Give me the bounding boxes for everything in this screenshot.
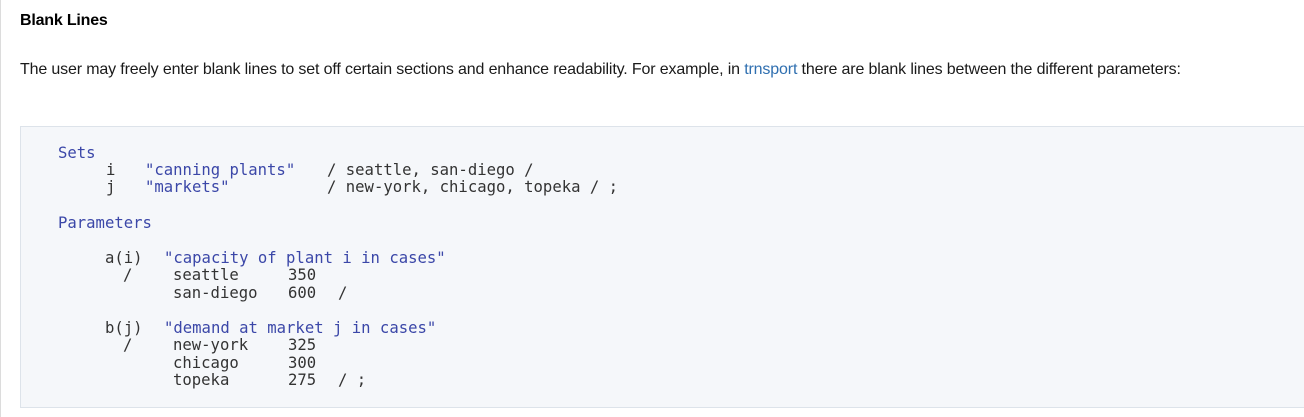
set-elements: / seattle, san-diego / (327, 161, 534, 179)
section-title: Blank Lines (20, 12, 108, 29)
parameter-declaration: a(i) (105, 249, 143, 267)
set-name: i (106, 161, 116, 179)
trnsport-link[interactable]: trnsport (744, 61, 797, 78)
parameter-row-label: new-york (173, 336, 249, 354)
parameter-row-value: 600 (288, 284, 317, 302)
parameter-text: "demand at market j in cases" (164, 319, 437, 337)
parameter-open-slash: / (123, 336, 133, 354)
parameter-row-value: 300 (288, 354, 317, 372)
parameter-declaration: b(j) (105, 319, 143, 337)
set-text: "markets" (145, 178, 230, 196)
parameter-open-slash: / (123, 266, 133, 284)
parameter-row-value: 325 (288, 336, 317, 354)
intro-text-after: there are blank lines between the differ… (797, 61, 1181, 78)
parameter-row-label: chicago (173, 354, 239, 372)
parameter-row-tail: / (338, 284, 348, 302)
parameter-row-tail: / ; (338, 371, 367, 389)
parameters-keyword: Parameters (58, 214, 152, 232)
documentation-page: Blank Lines The user may freely enter bl… (0, 0, 1304, 417)
parameter-row-label: san-diego (173, 284, 258, 302)
parameter-row-label: seattle (173, 266, 239, 284)
set-elements: / new-york, chicago, topeka / ; (327, 178, 619, 196)
parameter-row-label: topeka (173, 371, 230, 389)
code-block: Sets i "canning plants" / seattle, san-d… (20, 126, 1304, 408)
intro-paragraph: The user may freely enter blank lines to… (20, 57, 1280, 83)
intro-text-before: The user may freely enter blank lines to… (20, 61, 745, 78)
set-text: "canning plants" (145, 161, 296, 179)
set-name: j (106, 178, 116, 196)
parameter-row-value: 350 (288, 266, 317, 284)
sets-keyword: Sets (58, 144, 96, 162)
parameter-text: "capacity of plant i in cases" (164, 249, 446, 267)
parameter-row-value: 275 (288, 371, 317, 389)
